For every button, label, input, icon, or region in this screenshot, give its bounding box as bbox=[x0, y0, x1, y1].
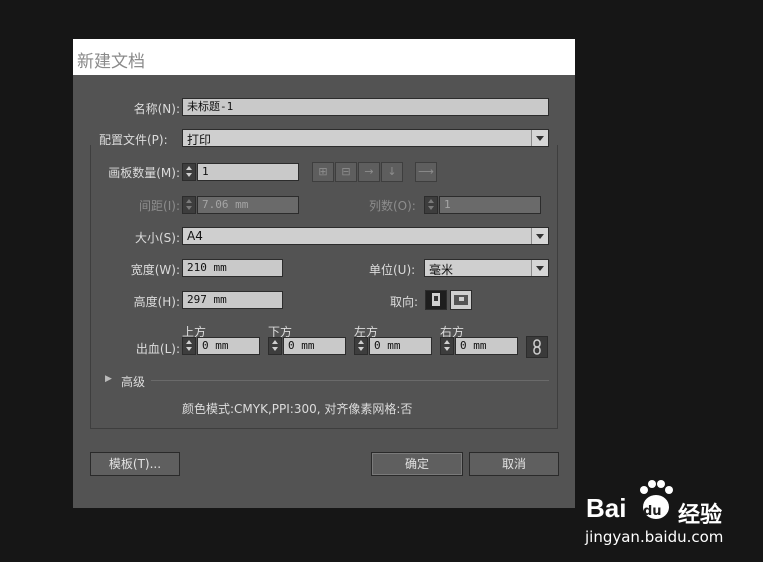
landscape-button[interactable] bbox=[450, 290, 472, 310]
bleed-left-stepper[interactable] bbox=[354, 337, 368, 355]
width-input[interactable]: 210 mm bbox=[182, 259, 283, 277]
bleed-label: 出血(L): bbox=[135, 342, 180, 356]
cancel-button[interactable]: 取消 bbox=[469, 452, 559, 476]
chevron-down-icon bbox=[531, 228, 548, 244]
name-input[interactable]: 未标题-1 bbox=[182, 98, 549, 116]
bleed-right-stepper[interactable] bbox=[440, 337, 454, 355]
dialog-title: 新建文档 bbox=[77, 52, 145, 72]
watermark-paw-text: du bbox=[643, 504, 662, 519]
spacing-input[interactable]: 7.06 mm bbox=[197, 196, 299, 214]
grid-by-column-icon[interactable]: ⊟ bbox=[335, 162, 357, 182]
advanced-divider bbox=[151, 380, 549, 381]
columns-label: 列数(O): bbox=[369, 199, 416, 213]
height-input[interactable]: 297 mm bbox=[182, 291, 283, 309]
bleed-top-input[interactable]: 0 mm bbox=[197, 337, 260, 355]
expand-triangle-icon[interactable]: ▶ bbox=[105, 374, 112, 384]
right-to-left-icon[interactable]: ⟶ bbox=[415, 162, 437, 182]
size-value: A4 bbox=[187, 229, 203, 243]
bleed-right-input[interactable]: 0 mm bbox=[455, 337, 518, 355]
link-bleed-button[interactable] bbox=[526, 336, 548, 358]
units-value: 毫米 bbox=[429, 263, 454, 277]
bleed-top-stepper[interactable] bbox=[182, 337, 196, 355]
units-label: 单位(U): bbox=[369, 263, 416, 277]
chevron-down-icon bbox=[531, 130, 548, 146]
bleed-left-input[interactable]: 0 mm bbox=[369, 337, 432, 355]
arrange-by-column-icon[interactable]: ↓ bbox=[381, 162, 403, 182]
landscape-icon bbox=[454, 295, 468, 305]
bleed-bottom-stepper[interactable] bbox=[268, 337, 282, 355]
units-select[interactable]: 毫米 bbox=[424, 259, 549, 277]
name-label: 名称(N): bbox=[133, 102, 180, 116]
watermark-brand: Bai bbox=[586, 493, 627, 523]
profile-group-box bbox=[90, 145, 558, 429]
spacing-stepper[interactable] bbox=[182, 196, 196, 214]
portrait-icon bbox=[432, 293, 440, 306]
arrange-by-row-icon[interactable]: → bbox=[358, 162, 380, 182]
new-document-dialog: 新建文档 名称(N): 未标题-1 配置文件(P): 打印 画板数量(M): 1… bbox=[73, 39, 575, 508]
orientation-label: 取向: bbox=[390, 295, 419, 309]
portrait-button[interactable] bbox=[425, 290, 447, 310]
bleed-bottom-input[interactable]: 0 mm bbox=[283, 337, 346, 355]
templates-button[interactable]: 模板(T)... bbox=[90, 452, 180, 476]
chain-link-icon bbox=[533, 339, 541, 355]
ok-button[interactable]: 确定 bbox=[371, 452, 463, 476]
chevron-down-icon bbox=[531, 260, 548, 276]
artboards-input[interactable]: 1 bbox=[197, 163, 299, 181]
size-label: 大小(S): bbox=[134, 231, 180, 245]
advanced-toggle[interactable]: 高级 bbox=[121, 373, 145, 390]
columns-stepper[interactable] bbox=[424, 196, 438, 214]
size-select[interactable]: A4 bbox=[182, 227, 549, 245]
watermark-url: jingyan.baidu.com bbox=[585, 528, 724, 546]
artboards-label: 画板数量(M): bbox=[108, 166, 180, 180]
columns-input[interactable]: 1 bbox=[439, 196, 541, 214]
artboards-stepper[interactable] bbox=[182, 163, 196, 181]
document-summary: 颜色模式:CMYK,PPI:300, 对齐像素网格:否 bbox=[182, 402, 413, 416]
dialog-titlebar[interactable]: 新建文档 bbox=[73, 39, 575, 75]
watermark-cn: 经验 bbox=[678, 503, 723, 528]
height-label: 高度(H): bbox=[133, 295, 180, 309]
width-label: 宽度(W): bbox=[130, 263, 180, 277]
spacing-label: 间距(I): bbox=[139, 199, 180, 213]
grid-by-row-icon[interactable]: ⊞ bbox=[312, 162, 334, 182]
